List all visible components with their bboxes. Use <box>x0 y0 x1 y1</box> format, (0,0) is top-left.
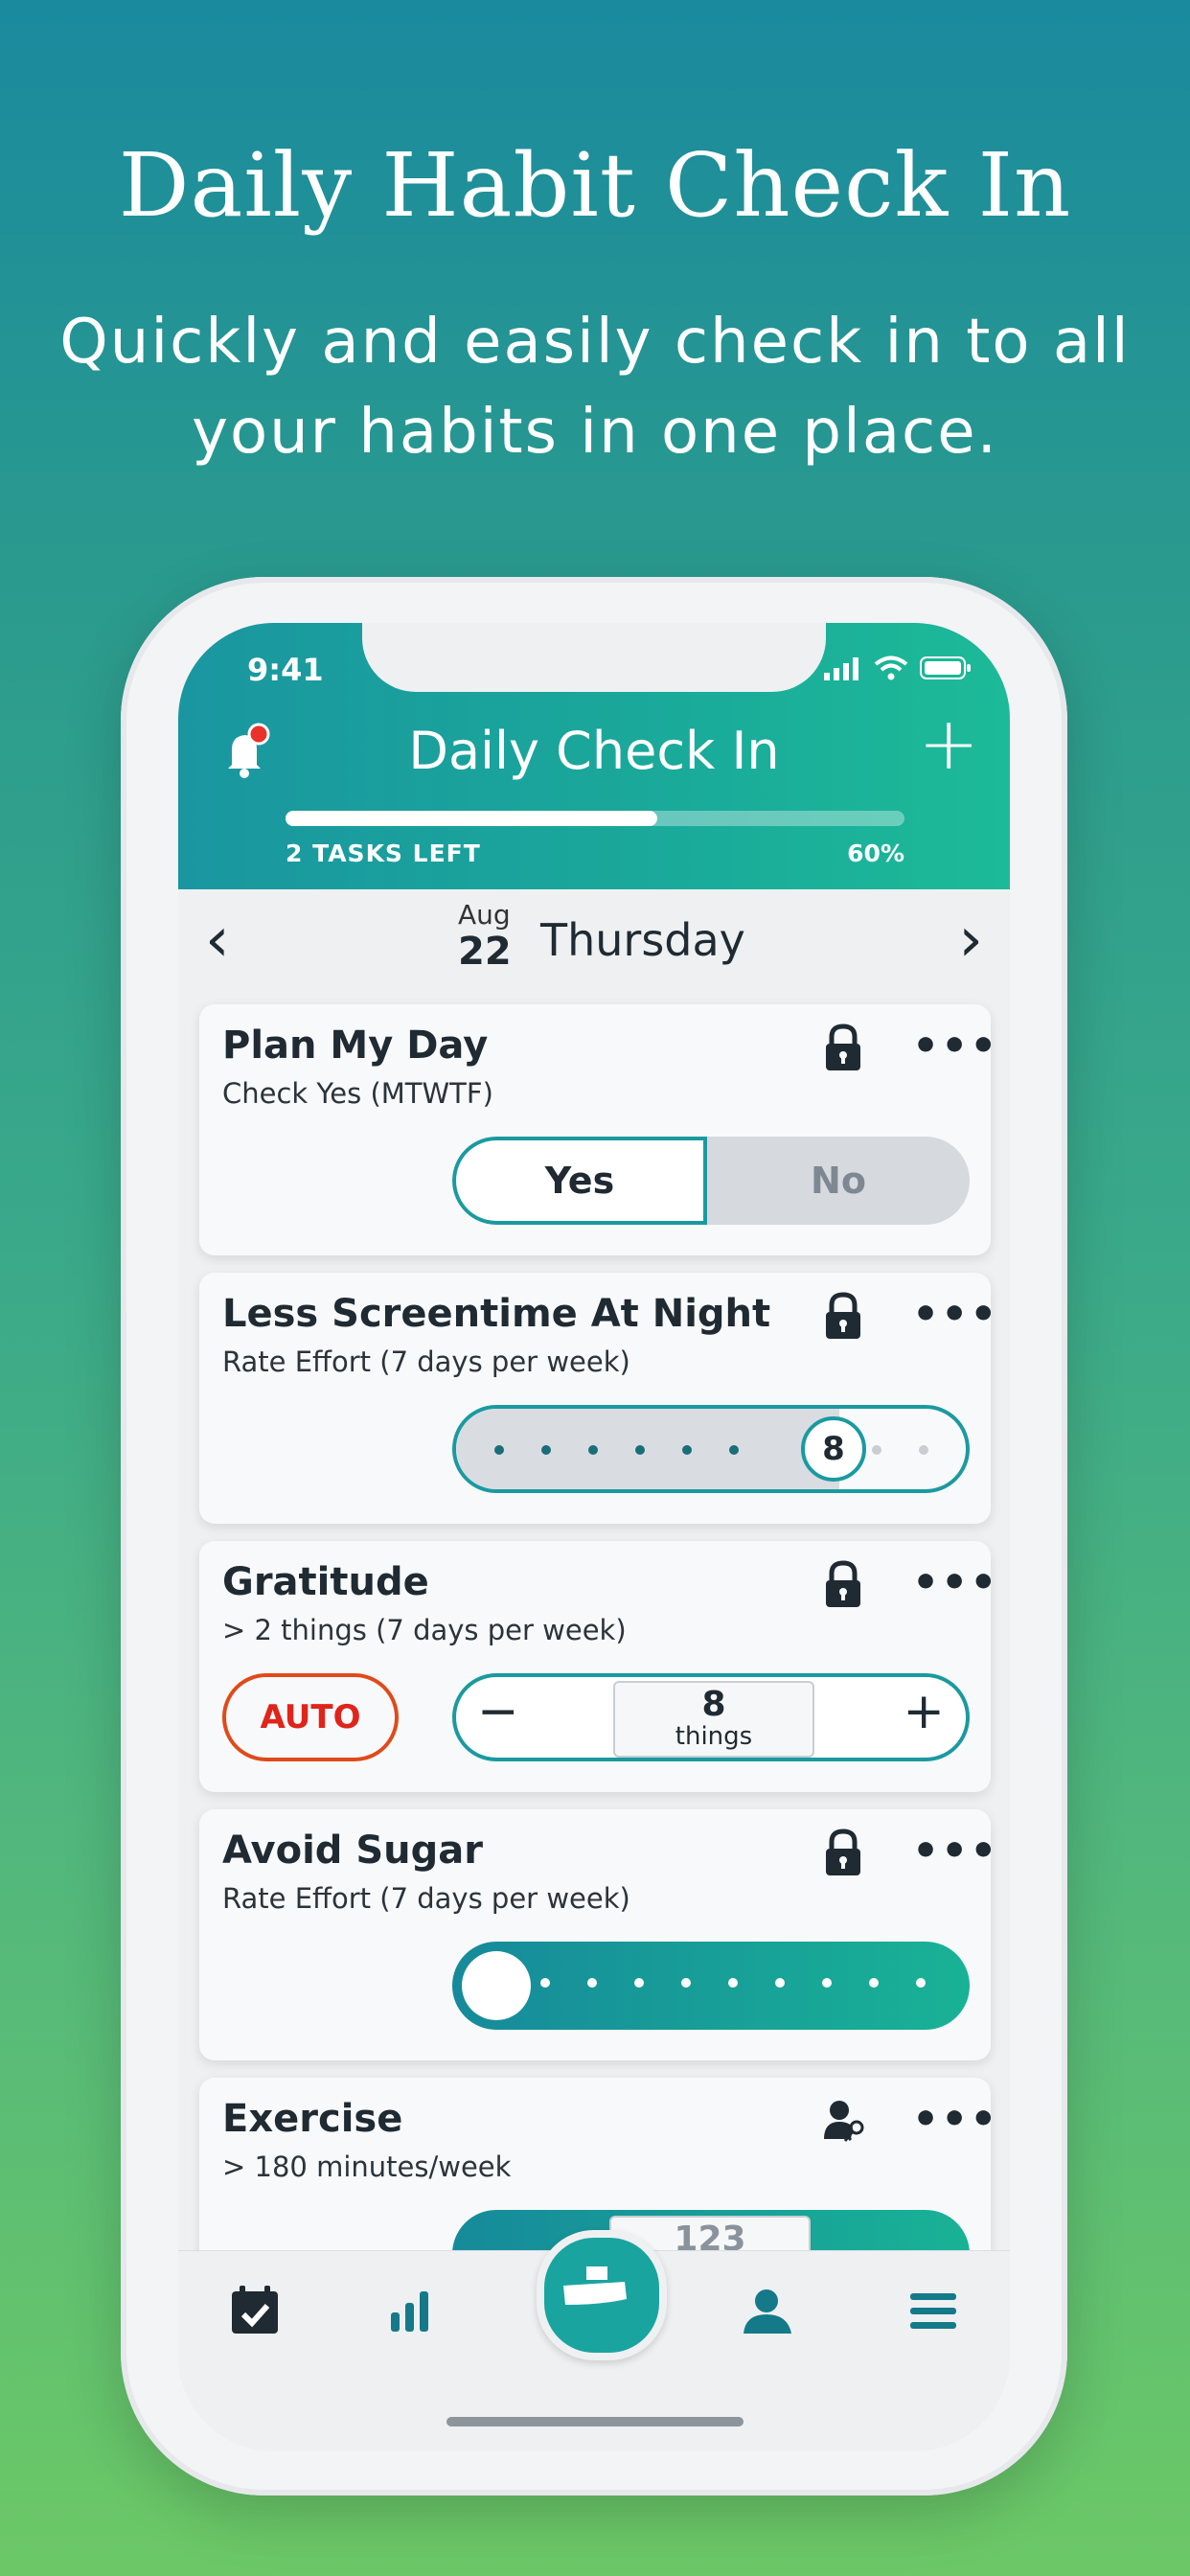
calendar-check-icon[interactable] <box>224 2280 286 2341</box>
habit-card-avoid-sugar: Avoid Sugar Rate Effort (7 days per week… <box>199 1809 996 2060</box>
yes-button[interactable]: Yes <box>452 1137 707 1225</box>
coach-key-icon[interactable] <box>822 2097 864 2145</box>
decrement-button[interactable]: − <box>477 1683 519 1740</box>
lock-icon[interactable] <box>822 1560 864 1608</box>
prev-day-button[interactable]: ‹ <box>205 907 230 974</box>
habit-title: Less Screentime At Night <box>222 1292 771 1336</box>
wifi-icon <box>874 656 908 680</box>
habit-subtitle: > 180 minutes/week <box>222 2150 512 2183</box>
signal-icon <box>824 657 858 680</box>
page-title: Daily Check In <box>408 721 780 781</box>
next-day-button[interactable]: › <box>958 907 983 974</box>
habit-title: Avoid Sugar <box>222 1828 483 1873</box>
habit-card-less-screentime: Less Screentime At Night Rate Effort (7 … <box>199 1273 996 1524</box>
count-value-box[interactable]: 8 things <box>613 1681 814 1758</box>
habit-title: Exercise <box>222 2097 403 2141</box>
slider-dot <box>681 1978 691 1988</box>
rating-dot <box>494 1445 504 1455</box>
slider-dot <box>869 1978 879 1988</box>
status-time: 9:41 <box>247 652 324 688</box>
rating-fill <box>456 1409 839 1489</box>
date-weekday: Thursday <box>540 914 745 966</box>
slider-dot <box>822 1978 832 1988</box>
home-button[interactable] <box>537 2230 667 2360</box>
rating-knob[interactable]: 8 <box>801 1416 866 1482</box>
habit-card-gratitude: Gratitude > 2 things (7 days per week) •… <box>199 1541 996 1792</box>
habit-subtitle: Check Yes (MTWTF) <box>222 1077 493 1110</box>
slider-knob[interactable] <box>462 1951 531 2020</box>
yes-no-toggle: Yes No <box>452 1137 970 1225</box>
rating-dot <box>872 1445 881 1455</box>
date-month: Aug <box>458 899 511 931</box>
lock-icon[interactable] <box>822 1024 864 1071</box>
progress-fill <box>286 811 657 826</box>
app-screen: 9:41 Daily Check In + 2 TASKS LEFT 60% ‹… <box>178 623 1010 2451</box>
lock-icon[interactable] <box>822 1292 864 1340</box>
no-button[interactable]: No <box>707 1137 970 1225</box>
effort-rating-slider[interactable]: 8 <box>452 1405 970 1493</box>
count-stepper: − 8 things + <box>452 1673 970 1761</box>
app-header: 9:41 Daily Check In + 2 TASKS LEFT 60% <box>178 623 1010 889</box>
auto-button[interactable]: AUTO <box>222 1673 399 1761</box>
more-icon[interactable]: ••• <box>912 1290 998 1339</box>
tasks-left-label: 2 TASKS LEFT <box>286 840 481 867</box>
rating-dot <box>588 1445 598 1455</box>
promo-headline: Daily Habit Check In <box>118 134 1072 237</box>
slider-dot <box>916 1978 926 1988</box>
effort-slider[interactable] <box>452 1942 970 2030</box>
lock-icon[interactable] <box>822 1828 864 1876</box>
status-icons <box>824 656 972 680</box>
habit-title: Gratitude <box>222 1560 429 1604</box>
slider-dot <box>587 1978 597 1988</box>
add-habit-button[interactable]: + <box>918 705 979 782</box>
slider-dot <box>540 1978 550 1988</box>
count-unit: things <box>675 1722 753 1751</box>
more-icon[interactable]: ••• <box>912 1558 998 1607</box>
more-icon[interactable]: ••• <box>912 1022 998 1070</box>
phone-frame: 9:41 Daily Check In + 2 TASKS LEFT 60% ‹… <box>121 577 1067 2496</box>
promo-subline: Quickly and easily check in to all your … <box>59 307 1131 468</box>
rating-dot <box>635 1445 645 1455</box>
habit-title: Plan My Day <box>222 1024 489 1068</box>
rating-dot <box>682 1445 692 1455</box>
device-notch <box>362 623 826 692</box>
date-navigator: ‹ Aug 22 Thursday › <box>178 889 1010 995</box>
increment-button[interactable]: + <box>903 1683 945 1740</box>
more-icon[interactable]: ••• <box>912 1827 998 1875</box>
slider-dot <box>775 1978 785 1988</box>
battery-icon <box>920 656 971 679</box>
date-day: 22 <box>458 930 512 974</box>
slider-dot <box>634 1978 644 1988</box>
home-indicator <box>446 2417 744 2426</box>
rating-dot <box>729 1445 739 1455</box>
slider-dot <box>728 1978 738 1988</box>
habit-subtitle: Rate Effort (7 days per week) <box>222 1346 630 1378</box>
progress-bar <box>286 811 904 826</box>
count-value: 8 <box>701 1685 726 1724</box>
habit-card-plan-my-day: Plan My Day Check Yes (MTWTF) ••• Yes No <box>199 1004 996 1255</box>
habit-subtitle: > 2 things (7 days per week) <box>222 1614 627 1646</box>
rating-dot <box>541 1445 551 1455</box>
menu-icon[interactable] <box>903 2280 964 2341</box>
habit-subtitle: Rate Effort (7 days per week) <box>222 1882 630 1915</box>
person-icon[interactable] <box>738 2280 799 2341</box>
habit-home-icon <box>563 2266 627 2305</box>
progress-percent: 60% <box>847 840 904 867</box>
rating-dot <box>919 1445 928 1455</box>
bar-chart-icon[interactable] <box>379 2280 441 2341</box>
more-icon[interactable]: ••• <box>912 2095 998 2144</box>
